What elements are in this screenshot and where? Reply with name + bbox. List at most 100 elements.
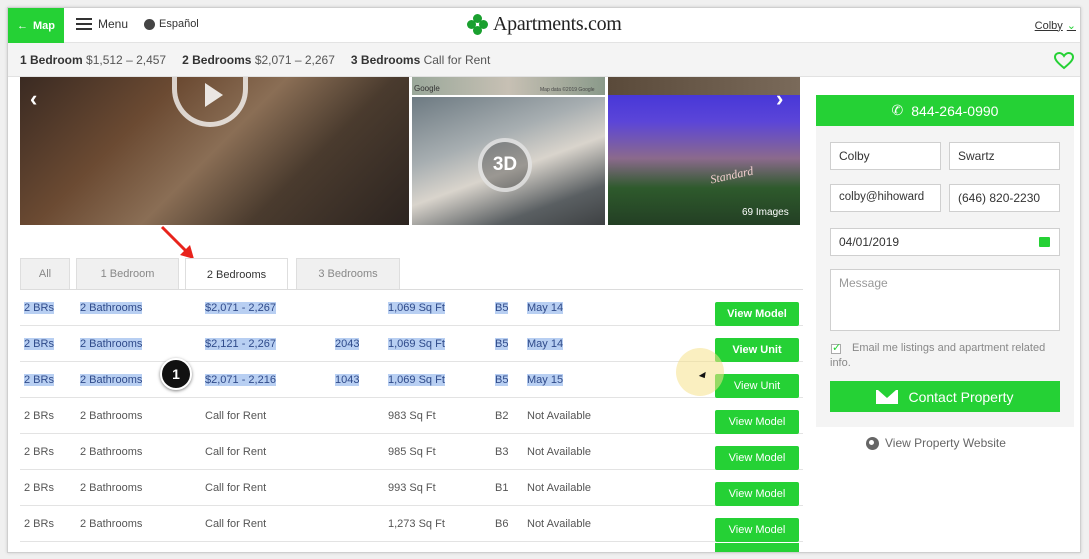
unit-baths: 2 Bathrooms — [80, 482, 143, 494]
tab-all[interactable]: All — [20, 258, 70, 289]
favorite-heart-icon[interactable] — [1054, 52, 1074, 70]
gallery-next-arrow-icon[interactable]: › — [776, 86, 783, 112]
unit-sqft: 1,273 Sq Ft — [388, 518, 445, 530]
phone-icon: ✆ — [891, 102, 904, 118]
table-row: 2 BRs 2 Bathrooms Call for Rent 1,273 Sq… — [20, 506, 803, 542]
email-opt-in-label: Email me listings and apartment related … — [830, 342, 1046, 369]
view-model-button[interactable]: View Model — [715, 302, 799, 326]
unit-baths: 2 Bathrooms — [80, 446, 143, 458]
menu-label: Menu — [98, 17, 129, 31]
website-label: View Property Website — [885, 436, 1006, 450]
price-item-2br: 2 Bedrooms $2,071 – 2,267 — [182, 52, 335, 67]
price-summary-bar: 1 Bedroom $1,512 – 2,457 2 Bedrooms $2,0… — [8, 43, 1080, 77]
view-model-button[interactable]: View Model — [715, 482, 799, 506]
phone-number: 844-264-0990 — [911, 102, 999, 119]
annotation-arrow-icon — [160, 225, 194, 259]
unit-number: 1043 — [335, 374, 360, 386]
unit-baths: 2 Bathrooms — [80, 338, 143, 350]
view-unit-button[interactable]: View Unit — [715, 374, 799, 398]
view-model-button[interactable]: View Model — [715, 410, 799, 434]
unit-availability: May 14 — [527, 338, 564, 350]
hamburger-icon — [76, 18, 92, 30]
unit-baths: 2 Bathrooms — [80, 302, 143, 314]
gallery-photo-exterior[interactable] — [608, 77, 800, 225]
message-field[interactable]: Message — [830, 269, 1060, 331]
unit-beds: 2 BRs — [24, 374, 54, 386]
table-row: 2 BRs 2 Bathrooms $2,071 - 2,267 1,069 S… — [20, 290, 803, 326]
image-count-label: 69 Images — [742, 207, 789, 218]
tab-1-bedroom[interactable]: 1 Bedroom — [76, 258, 179, 289]
unit-beds: 2 BRs — [24, 518, 54, 530]
user-menu[interactable]: Colby ⌄ — [1034, 19, 1076, 33]
price-item-1br: 1 Bedroom $1,512 – 2,457 — [20, 52, 167, 67]
unit-sqft: 1,069 Sq Ft — [388, 374, 445, 386]
map-button[interactable]: ← Map — [8, 8, 64, 43]
unit-availability: Not Available — [527, 446, 592, 458]
view-model-button[interactable]: View Model — [715, 518, 799, 542]
unit-sqft: 983 Sq Ft — [388, 410, 436, 422]
table-row: 2 BRs 2 Bathrooms Call for Rent 993 Sq F… — [20, 470, 803, 506]
unit-beds: 2 BRs — [24, 338, 54, 350]
unit-beds: 2 BRs — [24, 302, 54, 314]
unit-price: $2,071 - 2,216 — [205, 374, 276, 386]
table-row: 2 BRs 2 Bathrooms Call for Rent 985 Sq F… — [20, 434, 803, 470]
first-name-field[interactable]: Colby — [830, 142, 941, 170]
unit-baths: 2 Bathrooms — [80, 410, 143, 422]
cursor-highlight — [676, 348, 724, 396]
contact-property-label: Contact Property — [908, 388, 1014, 405]
browser-page: ← Map Menu Español Apartments.com Colby … — [7, 7, 1081, 553]
gallery-photo-thumbnail[interactable] — [608, 77, 800, 95]
tab-3-bedrooms[interactable]: 3 Bedrooms — [296, 258, 400, 289]
call-phone-button[interactable]: ✆ 844-264-0990 — [816, 95, 1074, 126]
unit-sqft: 985 Sq Ft — [388, 446, 436, 458]
logo-flower-icon — [467, 13, 489, 36]
view-model-button[interactable]: View Model — [715, 446, 799, 470]
tab-2-bedrooms[interactable]: 2 Bedrooms — [185, 258, 288, 290]
map-button-label: Map — [33, 19, 55, 32]
unit-plan: B2 — [495, 410, 509, 422]
phone-field[interactable]: (646) 820-2230 — [949, 184, 1060, 212]
unit-sqft: 1,069 Sq Ft — [388, 338, 445, 350]
unit-price: $2,071 - 2,267 — [205, 302, 276, 314]
unit-plan: B5 — [495, 338, 509, 350]
unit-price: Call for Rent — [205, 446, 267, 458]
unit-price: $2,121 - 2,267 — [205, 338, 276, 350]
view-model-button-partial[interactable] — [715, 543, 799, 552]
last-name-field[interactable]: Swartz — [949, 142, 1060, 170]
move-in-date-field[interactable]: 04/01/2019 — [830, 228, 1060, 256]
logo-text: Apartments.com — [493, 13, 622, 35]
unit-plan: B5 — [495, 374, 509, 386]
unit-availability: May 14 — [527, 302, 564, 314]
unit-plan: B1 — [495, 482, 509, 494]
map-data-credit: Map data ©2019 Google — [540, 87, 595, 93]
unit-availability: Not Available — [527, 482, 592, 494]
site-header: ← Map Menu Español Apartments.com Colby … — [8, 8, 1080, 43]
unit-price: Call for Rent — [205, 518, 267, 530]
globe-icon — [866, 436, 879, 450]
unit-beds: 2 BRs — [24, 410, 54, 422]
user-name: Colby — [1034, 19, 1063, 32]
3d-tour-icon[interactable]: 3D — [478, 138, 532, 192]
language-link[interactable]: Español — [144, 18, 199, 30]
menu-button[interactable]: Menu — [76, 17, 128, 31]
contact-property-button[interactable]: Contact Property — [830, 381, 1060, 412]
unit-availability: Not Available — [527, 518, 592, 530]
unit-sqft: 1,069 Sq Ft — [388, 302, 445, 314]
unit-baths: 2 Bathrooms — [80, 518, 143, 530]
unit-sqft: 993 Sq Ft — [388, 482, 436, 494]
unit-baths: 2 Bathrooms — [80, 374, 143, 386]
site-logo[interactable]: Apartments.com — [467, 13, 622, 36]
gallery-prev-arrow-icon[interactable]: ‹ — [30, 86, 37, 112]
globe-icon — [144, 18, 155, 30]
unit-number: 2043 — [335, 338, 360, 350]
unit-beds: 2 BRs — [24, 482, 54, 494]
view-property-website-link[interactable]: View Property Website — [866, 436, 1006, 450]
mail-icon — [876, 389, 899, 404]
email-field[interactable]: colby@hihoward — [830, 184, 941, 212]
arrow-left-icon: ← — [17, 19, 28, 32]
unit-availability: May 15 — [527, 374, 564, 386]
unit-plan: B3 — [495, 446, 509, 458]
view-unit-button[interactable]: View Unit — [715, 338, 799, 362]
calendar-icon[interactable] — [1039, 237, 1050, 247]
unit-availability: Not Available — [527, 410, 592, 422]
